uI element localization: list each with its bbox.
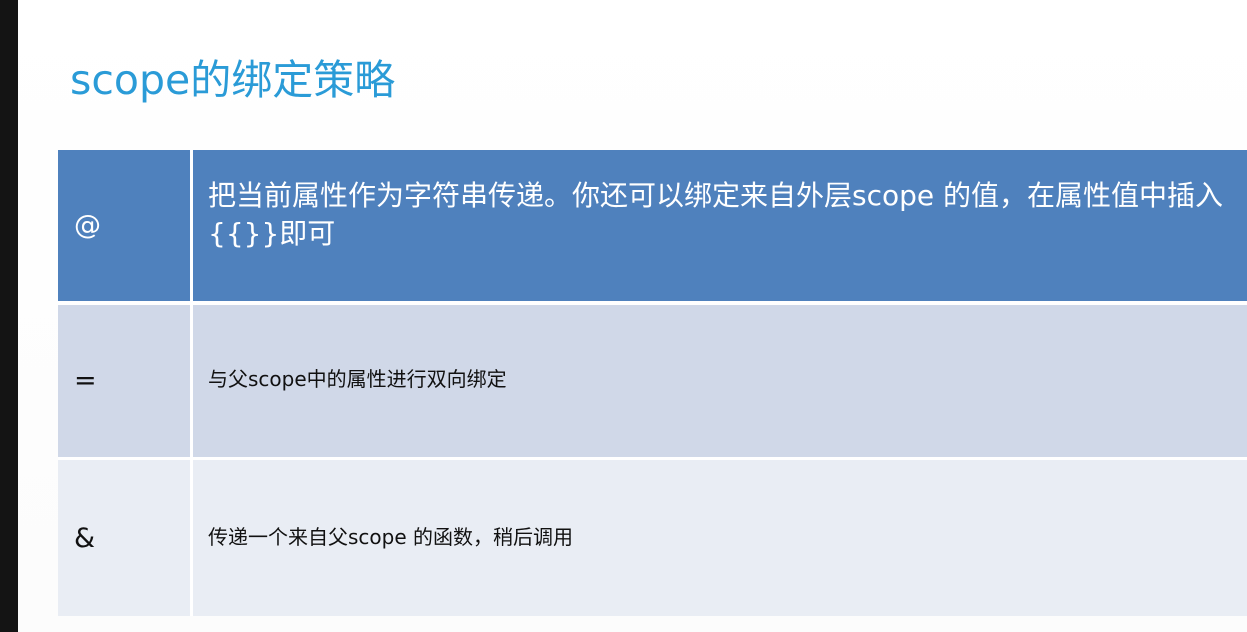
slide-title: scope的绑定策略 [70,56,396,104]
binding-description-cell: 与父scope中的属性进行双向绑定 [193,304,1247,461]
binding-description-cell: 把当前属性作为字符串传递。你还可以绑定来自外层scope 的值，在属性值中插入{… [193,150,1247,305]
binding-symbol: = [58,304,193,461]
table-row: & 传递一个来自父scope 的函数，稍后调用 [58,460,1247,616]
table-row: = 与父scope中的属性进行双向绑定 [58,304,1247,461]
binding-description: 把当前属性作为字符串传递。你还可以绑定来自外层scope 的值，在属性值中插入{… [208,179,1224,251]
binding-symbol: & [58,460,193,616]
binding-description: 传递一个来自父scope 的函数，稍后调用 [208,524,574,549]
binding-description: 与父scope中的属性进行双向绑定 [208,367,507,392]
binding-strategy-table: @ 把当前属性作为字符串传递。你还可以绑定来自外层scope 的值，在属性值中插… [58,150,1247,616]
binding-symbol: @ [58,150,193,305]
binding-description-cell: 传递一个来自父scope 的函数，稍后调用 [193,460,1247,616]
slide: scope的绑定策略 @ 把当前属性作为字符串传递。你还可以绑定来自外层scop… [0,0,1247,632]
table-row: @ 把当前属性作为字符串传递。你还可以绑定来自外层scope 的值，在属性值中插… [58,150,1247,305]
